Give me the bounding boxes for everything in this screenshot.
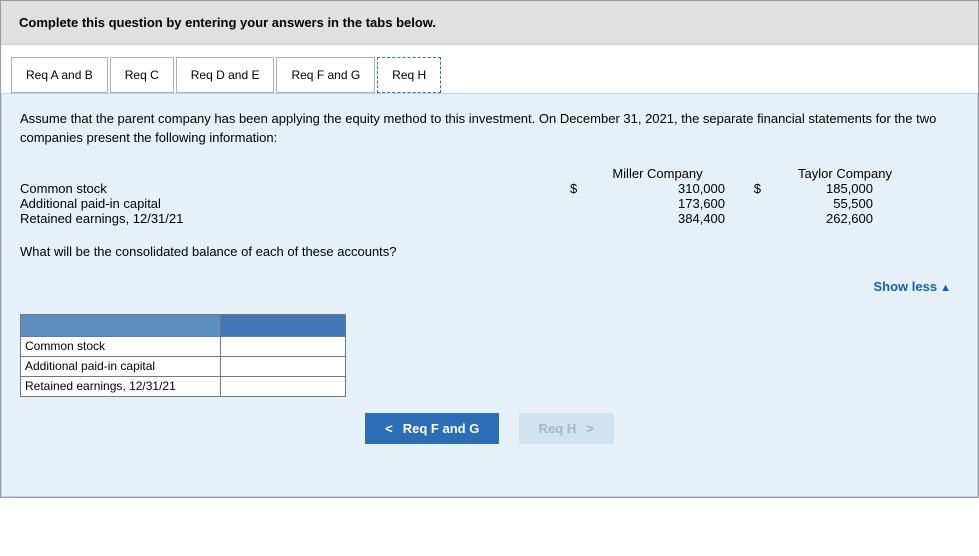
answer-row-label: Retained earnings, 12/31/21 bbox=[21, 376, 221, 396]
data-table: Miller Company Taylor Company Common sto… bbox=[20, 166, 959, 226]
cell-value: 384,400 bbox=[594, 211, 725, 226]
row-label: Retained earnings, 12/31/21 bbox=[20, 211, 570, 226]
spacer bbox=[20, 166, 570, 181]
instruction-text: Complete this question by entering your … bbox=[19, 15, 436, 30]
table-row: Additional paid-in capital bbox=[21, 356, 346, 376]
table-row: Common stock bbox=[21, 336, 346, 356]
currency-symbol bbox=[725, 211, 765, 226]
row-label: Common stock bbox=[20, 181, 570, 196]
answer-input-retained[interactable] bbox=[221, 377, 345, 396]
row-label: Additional paid-in capital bbox=[20, 196, 570, 211]
next-button[interactable]: Req H > bbox=[519, 413, 614, 444]
answer-input-apic[interactable] bbox=[221, 357, 345, 376]
tab-req-c[interactable]: Req C bbox=[110, 57, 174, 93]
prev-button[interactable]: < Req F and G bbox=[365, 413, 499, 444]
tab-req-f-g[interactable]: Req F and G bbox=[276, 57, 375, 93]
tab-label: Req F and G bbox=[291, 68, 360, 82]
show-less-link[interactable]: Show less ▲ bbox=[873, 279, 951, 294]
answer-table: Common stock Additional paid-in capital … bbox=[20, 314, 346, 397]
question-container: Complete this question by entering your … bbox=[0, 0, 979, 498]
column-header-taylor: Taylor Company bbox=[745, 166, 945, 181]
currency-symbol bbox=[570, 196, 594, 211]
answer-header-label bbox=[21, 314, 221, 336]
chevron-left-icon: < bbox=[385, 421, 393, 436]
answer-header-input bbox=[221, 314, 346, 336]
triangle-up-icon: ▲ bbox=[937, 282, 951, 294]
cell-value: 173,600 bbox=[594, 196, 725, 211]
answer-row-label: Additional paid-in capital bbox=[21, 356, 221, 376]
show-less-label: Show less bbox=[873, 279, 937, 294]
answer-input-common-stock[interactable] bbox=[221, 337, 345, 356]
cell-value: 310,000 bbox=[594, 181, 725, 196]
prev-button-label: Req F and G bbox=[403, 421, 480, 436]
nav-row: < Req F and G Req H > bbox=[20, 397, 959, 444]
tab-req-a-b[interactable]: Req A and B bbox=[11, 57, 108, 93]
tab-label: Req H bbox=[392, 68, 426, 82]
tab-label: Req D and E bbox=[191, 68, 260, 82]
chevron-right-icon: > bbox=[586, 421, 594, 436]
tabs-row: Req A and B Req C Req D and E Req F and … bbox=[1, 45, 978, 93]
tab-req-h[interactable]: Req H bbox=[377, 57, 441, 93]
tab-req-d-e[interactable]: Req D and E bbox=[176, 57, 275, 93]
cell-value: 185,000 bbox=[765, 181, 905, 196]
column-header-miller: Miller Company bbox=[570, 166, 745, 181]
intro-paragraph: Assume that the parent company has been … bbox=[20, 110, 959, 148]
currency-symbol bbox=[725, 196, 765, 211]
currency-symbol bbox=[570, 211, 594, 226]
tab-label: Req C bbox=[125, 68, 159, 82]
currency-symbol: $ bbox=[570, 181, 594, 196]
question-line: What will be the consolidated balance of… bbox=[20, 244, 959, 259]
currency-symbol: $ bbox=[725, 181, 765, 196]
cell-value: 262,600 bbox=[765, 211, 905, 226]
show-less-row: Show less ▲ bbox=[20, 269, 959, 314]
next-button-label: Req H bbox=[539, 421, 577, 436]
cell-value: 55,500 bbox=[765, 196, 905, 211]
answer-row-label: Common stock bbox=[21, 336, 221, 356]
content-panel: Assume that the parent company has been … bbox=[1, 93, 978, 497]
tab-label: Req A and B bbox=[26, 68, 93, 82]
instruction-bar: Complete this question by entering your … bbox=[1, 1, 978, 45]
table-row: Retained earnings, 12/31/21 bbox=[21, 376, 346, 396]
